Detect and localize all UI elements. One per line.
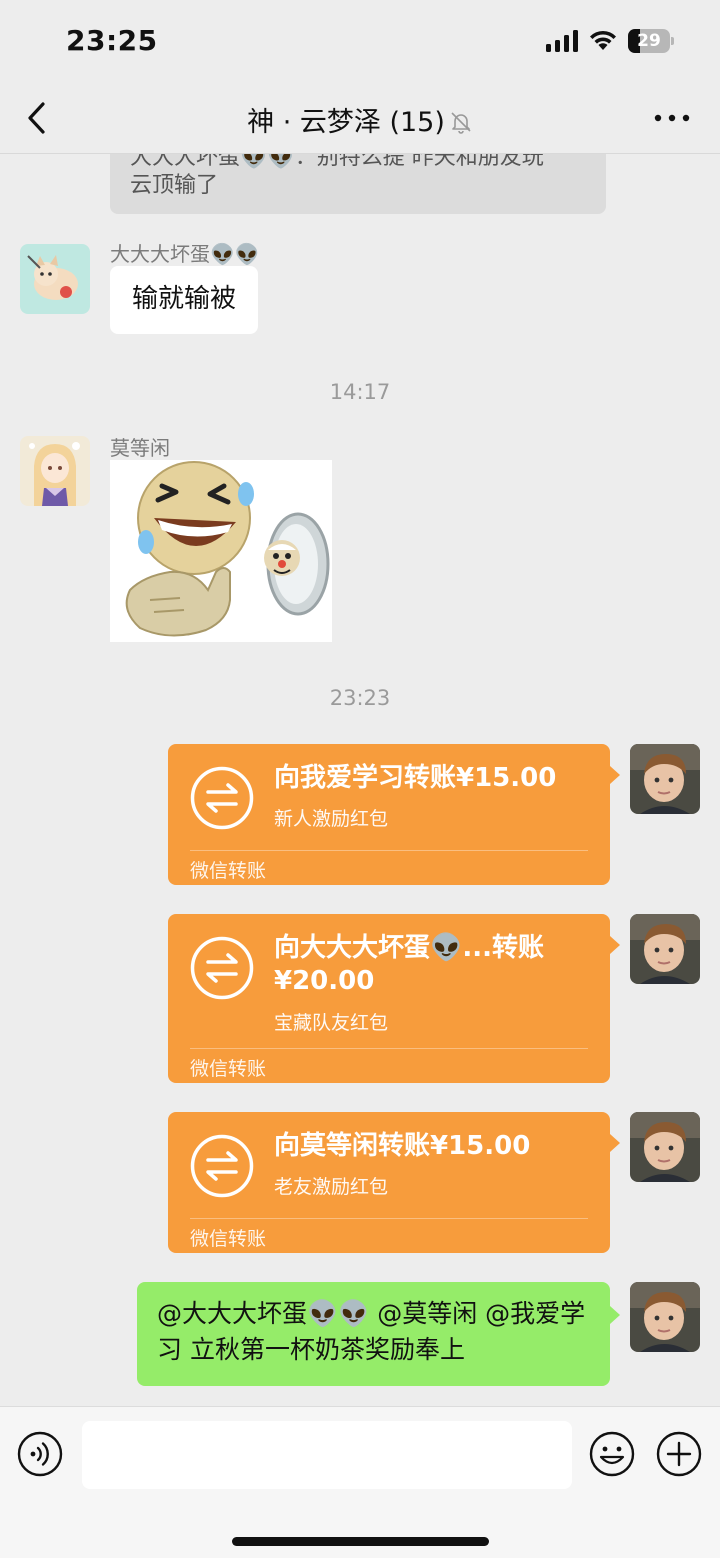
sender-name: 大大大坏蛋👽👽 [110,242,260,266]
transfer-arrows-icon [190,766,254,830]
avatar[interactable] [630,1112,700,1182]
wifi-icon [590,30,616,50]
sender-name: 莫等闲 [110,436,170,460]
timestamp: 14:17 [329,380,391,404]
avatar[interactable] [20,244,90,314]
transfer-arrows-icon [190,1134,254,1198]
bell-slash-icon [451,112,471,134]
avatar[interactable] [20,436,90,506]
message-input[interactable] [82,1421,572,1489]
transfer-card[interactable]: 向大大大坏蛋👽...转账¥20.00 宝藏队友红包 微信转账 [168,914,620,1083]
ellipsis-icon[interactable] [652,112,692,124]
voice-icon[interactable] [17,1431,63,1477]
transfer-footer: 微信转账 [190,1058,267,1080]
sticker-image[interactable] [110,460,332,642]
message-list[interactable]: 大大大坏蛋👽👽：别特么提 昨天和朋友玩 云顶输了 大大大坏蛋👽👽 输就输被 14… [0,154,720,1406]
chat-header: 神 · 云梦泽 (15) [0,84,720,154]
status-time: 23:25 [66,24,158,57]
chat-title: 神 · 云梦泽 (15) [0,100,720,139]
transfer-card[interactable]: 向我爱学习转账¥15.00 新人激励红包 微信转账 [168,744,620,885]
transfer-footer: 微信转账 [190,1228,267,1250]
chat-title-text: 神 · 云梦泽 (15) [247,107,445,138]
quoted-line-1: 大大大坏蛋👽👽：别特么提 昨天和朋友玩 [130,154,544,170]
input-bar [0,1406,720,1558]
message-bubble[interactable]: 输就输被 [110,266,259,334]
transfer-title: 向莫等闲转账¥15.00 [274,1131,531,1161]
smile-icon[interactable] [589,1431,635,1477]
battery-level: 29 [637,31,661,51]
transfer-subtitle: 老友激励红包 [274,1176,389,1198]
avatar[interactable] [630,914,700,984]
transfer-footer: 微信转账 [190,860,267,882]
transfer-arrows-icon [190,936,254,1000]
cellular-signal-icon [546,30,578,52]
avatar[interactable] [630,1282,700,1352]
avatar[interactable] [630,744,700,814]
message-bubble-outgoing[interactable]: @大大大坏蛋👽👽 @莫等闲 @我爱学习 立秋第一杯奶茶奖励奉上 [137,1282,620,1386]
transfer-subtitle: 新人激励红包 [274,808,389,830]
battery-icon: 29 [628,29,674,53]
quoted-message[interactable]: 大大大坏蛋👽👽：别特么提 昨天和朋友玩 云顶输了 [110,154,606,214]
transfer-title: 向我爱学习转账¥15.00 [274,763,557,793]
message-text: @大大大坏蛋👽👽 @莫等闲 @我爱学习 立秋第一杯奶茶奖励奉上 [157,1299,586,1364]
home-indicator [232,1537,489,1546]
timestamp: 23:23 [329,686,391,710]
status-bar: 23:25 29 [0,0,720,84]
plus-circle-icon[interactable] [656,1431,702,1477]
quoted-line-2: 云顶输了 [130,173,219,198]
transfer-subtitle: 宝藏队友红包 [274,1012,389,1034]
transfer-title: 向大大大坏蛋👽...转账¥20.00 [274,933,545,996]
transfer-card[interactable]: 向莫等闲转账¥15.00 老友激励红包 微信转账 [168,1112,620,1253]
